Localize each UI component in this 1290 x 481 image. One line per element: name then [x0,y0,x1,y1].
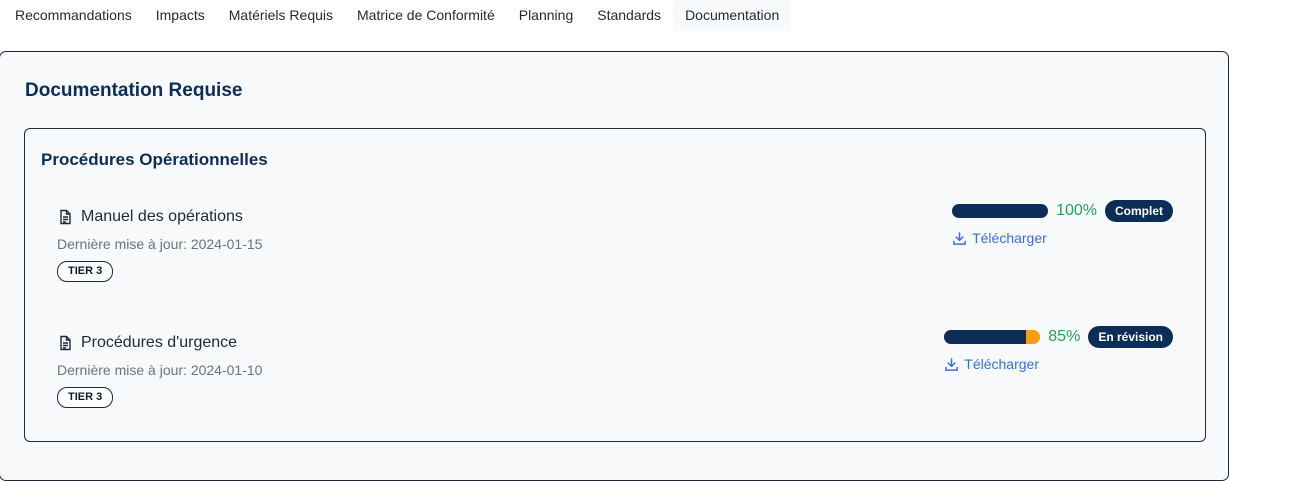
document-name-label: Manuel des opérations [81,208,243,225]
document-name: Manuel des opérations [57,208,243,226]
progress-percent: 85% [1048,328,1081,345]
tier-badge: TIER 3 [57,261,114,282]
document-item: Procédures d'urgence Dernière mise à jou… [25,326,1205,424]
document-status-group: 100% Complet Télécharger [952,200,1173,246]
download-label: Télécharger [964,356,1039,372]
download-link[interactable]: Télécharger [952,230,1173,246]
documentation-panel: Documentation Requise Procédures Opérati… [0,51,1229,481]
tab-bar: Recommandations Impacts Matériels Requis… [3,0,792,31]
document-name: Procédures d'urgence [57,334,237,352]
document-status-group: 85% En révision Télécharger [944,326,1173,372]
last-updated: Dernière mise à jour: 2024-01-10 [57,362,263,378]
download-icon [945,357,959,371]
progress-fill [944,330,1026,344]
download-link[interactable]: Télécharger [944,356,1173,372]
last-updated: Dernière mise à jour: 2024-01-15 [57,236,263,252]
tab-standards[interactable]: Standards [585,0,673,31]
document-icon [57,335,73,351]
document-icon [57,209,73,225]
document-item: Manuel des opérations Dernière mise à jo… [25,200,1205,298]
tab-recommandations[interactable]: Recommandations [3,0,144,31]
status-badge: En révision [1088,326,1173,348]
progress-bar [944,330,1041,344]
download-icon [953,231,966,245]
section-title: Procédures Opérationnelles [41,150,268,169]
tab-documentation[interactable]: Documentation [673,0,792,31]
tier-badge: TIER 3 [57,387,114,408]
progress-fill [952,204,1049,218]
progress-bar [952,204,1049,218]
status-badge: Complet [1105,200,1173,222]
procedures-card: Procédures Opérationnelles Manuel des op… [24,128,1206,442]
document-name-label: Procédures d'urgence [81,334,238,351]
panel-title: Documentation Requise [25,80,243,101]
tab-planning[interactable]: Planning [507,0,586,31]
tab-impacts[interactable]: Impacts [144,0,217,31]
progress-percent: 100% [1056,202,1097,219]
tab-matrice-conformite[interactable]: Matrice de Conformité [345,0,507,31]
download-label: Télécharger [972,230,1047,246]
tab-materiels-requis[interactable]: Matériels Requis [217,0,345,31]
